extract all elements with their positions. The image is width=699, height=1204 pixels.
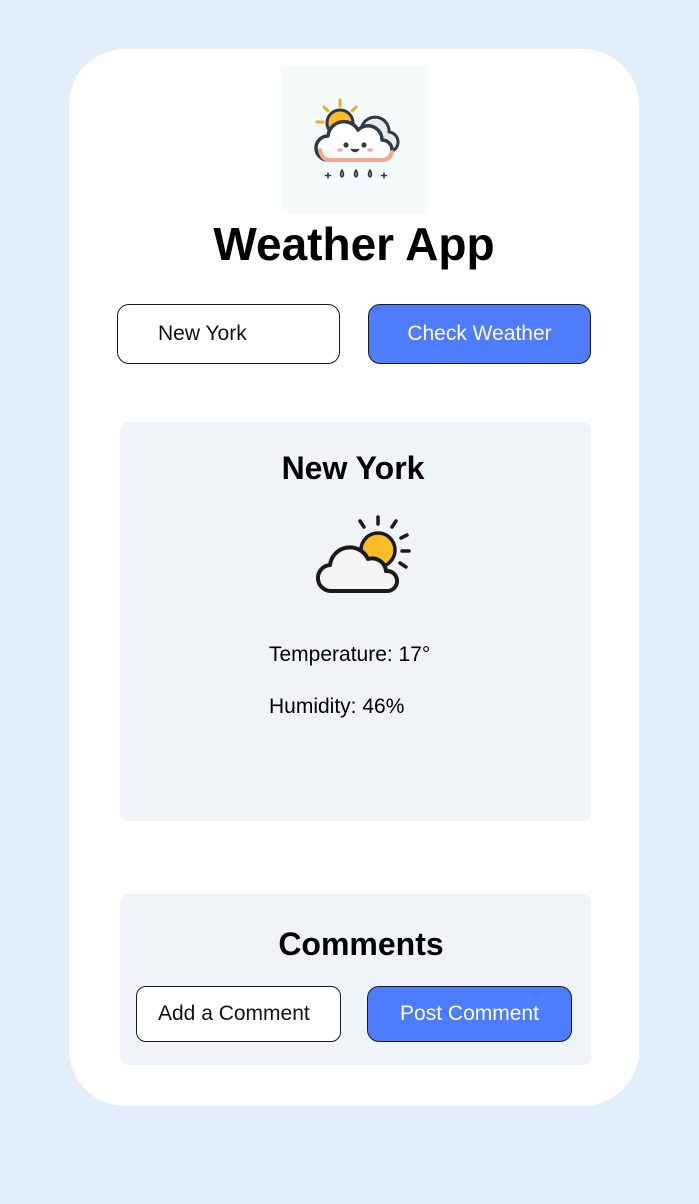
city-search-input[interactable] (117, 304, 340, 364)
comments-title: Comments (278, 926, 444, 962)
weather-logo-icon (281, 67, 427, 213)
partly-cloudy-icon (316, 515, 411, 594)
check-weather-button[interactable]: Check Weather (368, 304, 591, 364)
humidity-text: Humidity: 46% (269, 695, 405, 718)
smiling-cloud-sun-rain-icon (314, 98, 400, 179)
comment-input[interactable] (136, 986, 341, 1042)
city-name: New York (281, 450, 425, 486)
post-comment-button[interactable]: Post Comment (367, 986, 572, 1042)
app-title: Weather App (213, 218, 495, 270)
temperature-text: Temperature: 17° (269, 643, 431, 666)
